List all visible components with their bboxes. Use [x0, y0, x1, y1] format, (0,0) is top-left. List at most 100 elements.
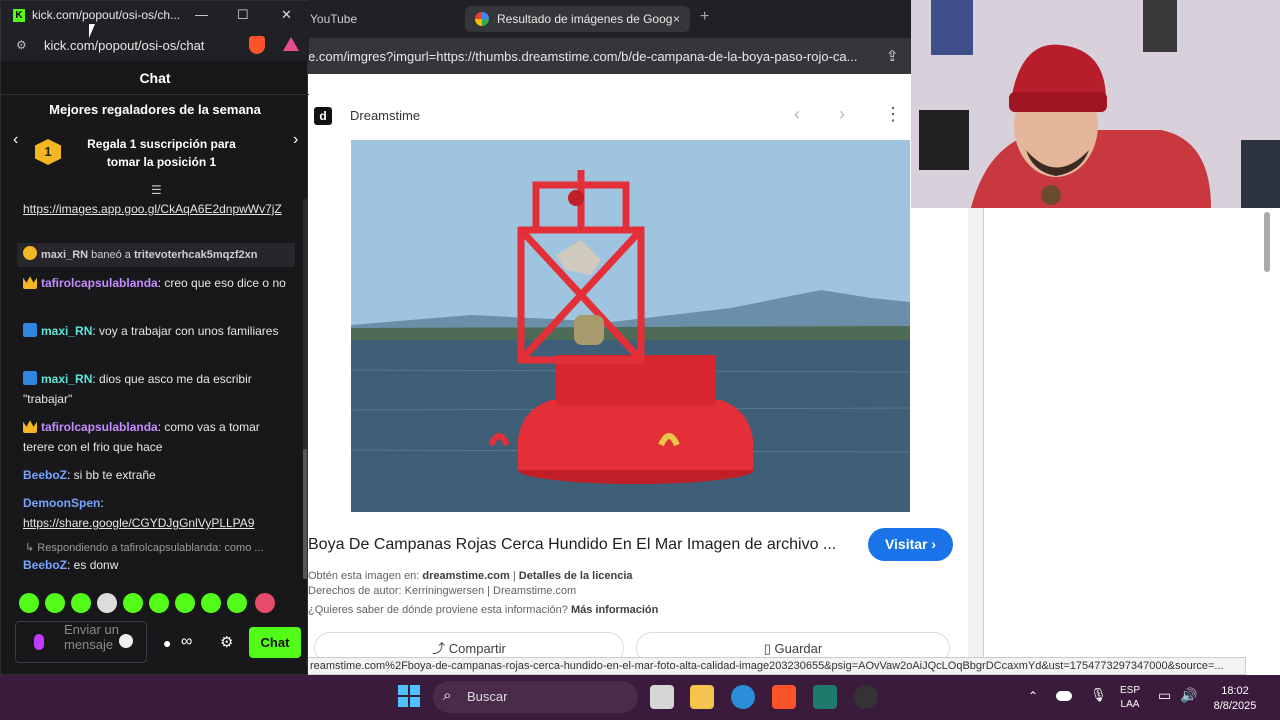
popout-url[interactable]: kick.com/popout/osi-os/chat	[44, 38, 204, 53]
chat-message: tafirolcapsulablanda: como vas a tomar t…	[23, 420, 260, 454]
url-text[interactable]: e.com/imgres?imgurl=https://thumbs.dream…	[308, 49, 857, 64]
infinity-icon[interactable]: ∞	[181, 633, 192, 651]
close-icon[interactable]: ✕	[281, 7, 292, 23]
emote-icon[interactable]	[255, 593, 275, 613]
brave-rewards-icon[interactable]	[283, 37, 299, 51]
webcam-feed	[911, 0, 1280, 208]
chevron-right-icon[interactable]: ›	[293, 131, 298, 149]
taskbar-search[interactable]: ⌕ Buscar	[433, 681, 638, 713]
chat-message: BeeboZ: es donw	[23, 558, 119, 572]
obtain-line: Obtén esta imagen en: dreamstime.com | D…	[308, 570, 633, 582]
file-explorer-icon[interactable]	[690, 685, 714, 709]
image-preview-panel: d Dreamstime ‹ › ⋮ Boya De Campanas Roja…	[308, 74, 968, 664]
popout-title: kick.com/popout/osi-os/ch...	[32, 8, 181, 22]
chat-scrollbar[interactable]	[303, 199, 307, 579]
vegas-icon[interactable]	[813, 685, 837, 709]
new-tab-button[interactable]: +	[700, 8, 709, 26]
close-tab-icon[interactable]: ×	[673, 6, 680, 32]
volume-icon[interactable]: 🔊	[1180, 687, 1197, 704]
image-title[interactable]: Boya De Campanas Rojas Cerca Hundido En …	[308, 536, 836, 554]
source-name[interactable]: Dreamstime	[350, 108, 420, 123]
emote-icon[interactable]	[45, 593, 65, 613]
license-link[interactable]: Detalles de la licencia	[519, 570, 633, 582]
share-icon: ⤴	[432, 641, 449, 656]
maximize-icon[interactable]: ☐	[237, 7, 249, 23]
site-settings-icon[interactable]: ⚙	[16, 38, 27, 52]
search-icon: ⌕	[443, 687, 452, 704]
task-view-icon[interactable]	[650, 685, 674, 709]
chat-message: maxi_RN: voy a trabajar con unos familia…	[23, 321, 293, 341]
more-info-link[interactable]: Más información	[571, 604, 658, 616]
network-icon[interactable]: ▭	[1158, 687, 1171, 704]
chat-link-message[interactable]: https://images.app.goo.gl/CkAqA6E2dnpwWv…	[23, 199, 293, 219]
clock[interactable]: 18:02 8/8/2025	[1210, 684, 1260, 714]
chat-username[interactable]: tafirolcapsulablanda	[41, 276, 158, 290]
chat-username[interactable]: BeeboZ	[23, 468, 67, 482]
windows-start-icon[interactable]	[398, 685, 420, 707]
onedrive-icon[interactable]	[1056, 691, 1072, 701]
language-indicator[interactable]: ESP LAA	[1120, 684, 1140, 712]
emote-icon[interactable]	[123, 593, 143, 613]
visit-button[interactable]: Visitar ›	[868, 528, 953, 561]
emote-icon[interactable]	[71, 593, 91, 613]
emote-icon[interactable]	[19, 593, 39, 613]
crown-badge-icon	[23, 276, 37, 289]
emote-icon[interactable]	[175, 593, 195, 613]
popout-address-bar[interactable]: ⚙ kick.com/popout/osi-os/chat	[1, 31, 309, 61]
rank-badge-icon: 1	[35, 139, 61, 165]
reply-context[interactable]: ↳ Respondiendo a tafirolcapsulablanda: c…	[25, 541, 264, 554]
webcam-overlay	[911, 0, 1280, 208]
next-arrow-icon[interactable]: ›	[839, 104, 845, 125]
chat-message: DemoonSpen: https://share.google/CGYDJgG…	[23, 496, 255, 530]
page-scrollbar[interactable]	[1262, 208, 1272, 668]
chat-username[interactable]: BeeboZ	[23, 558, 67, 572]
minimize-icon[interactable]: —	[195, 7, 208, 22]
kick-logo-icon: K	[13, 9, 25, 22]
scroll-thumb[interactable]	[1264, 212, 1270, 272]
tab-youtube[interactable]: YouTube	[300, 6, 450, 32]
source-link[interactable]: dreamstime.com	[422, 570, 509, 582]
brave-icon[interactable]	[772, 685, 796, 709]
chat-username[interactable]: tafirolcapsulablanda	[41, 420, 158, 434]
top-gifters-banner: Mejores regaladores de la semana ‹ 1 Reg…	[1, 95, 309, 199]
chat-link[interactable]: https://share.google/CGYDJgGnlVyPLLPA9	[23, 516, 254, 530]
chat-username[interactable]: DemoonSpen	[23, 496, 100, 510]
brave-shields-icon[interactable]	[249, 36, 265, 54]
preview-image[interactable]	[351, 140, 910, 512]
dreamstime-logo: d	[314, 107, 332, 125]
emote-icon[interactable]	[227, 593, 247, 613]
share-icon[interactable]: ⇪	[886, 47, 899, 65]
chat-link[interactable]: https://images.app.goo.gl/CkAqA6E2dnpwWv…	[23, 202, 282, 216]
chat-username[interactable]: maxi_RN	[41, 324, 92, 338]
more-options-icon[interactable]: ⋮	[884, 104, 902, 125]
kick-points-icon[interactable]: ●	[163, 635, 171, 651]
emote-icon[interactable]	[97, 593, 117, 613]
mic-icon[interactable]	[34, 634, 44, 650]
edge-icon[interactable]	[731, 685, 755, 709]
chevron-up-icon[interactable]: ⌃	[1028, 689, 1038, 703]
mic-tray-icon[interactable]: 🎙	[1090, 687, 1107, 703]
copyright-line: Derechos de autor: Kerriningwersen | Dre…	[308, 585, 577, 597]
emote-icon[interactable]	[201, 593, 221, 613]
send-chat-button[interactable]: Chat	[249, 627, 301, 658]
obs-icon[interactable]	[854, 685, 878, 709]
gift-cta[interactable]: Regala 1 suscripción para tomar la posic…	[69, 135, 254, 171]
chevron-left-icon[interactable]: ‹	[13, 131, 18, 149]
pinned-expand-icon[interactable]: ☰	[151, 183, 162, 197]
side-gutter	[968, 208, 984, 668]
tab-google-images[interactable]: Resultado de imágenes de Goog ×	[465, 6, 690, 32]
mod-badge-icon	[23, 246, 37, 260]
chat-message: maxi_RN: dios que asco me da escribir "t…	[23, 371, 252, 406]
chat-input[interactable]: Enviar un mensaje	[15, 621, 147, 663]
emoji-icon[interactable]	[119, 634, 133, 648]
tab-label: Resultado de imágenes de Goog	[497, 12, 673, 26]
chat-scroll-thumb[interactable]	[303, 449, 307, 579]
gear-icon[interactable]: ⚙	[220, 633, 233, 651]
emote-quickbar	[15, 593, 295, 615]
chat-username[interactable]: maxi_RN	[41, 372, 92, 386]
chat-placeholder[interactable]: Enviar un mensaje	[64, 622, 120, 652]
emote-icon[interactable]	[149, 593, 169, 613]
chat-message: tafirolcapsulablanda: creo que eso dice …	[23, 273, 293, 293]
buoy-photo	[351, 140, 910, 512]
prev-arrow-icon[interactable]: ‹	[794, 104, 800, 125]
